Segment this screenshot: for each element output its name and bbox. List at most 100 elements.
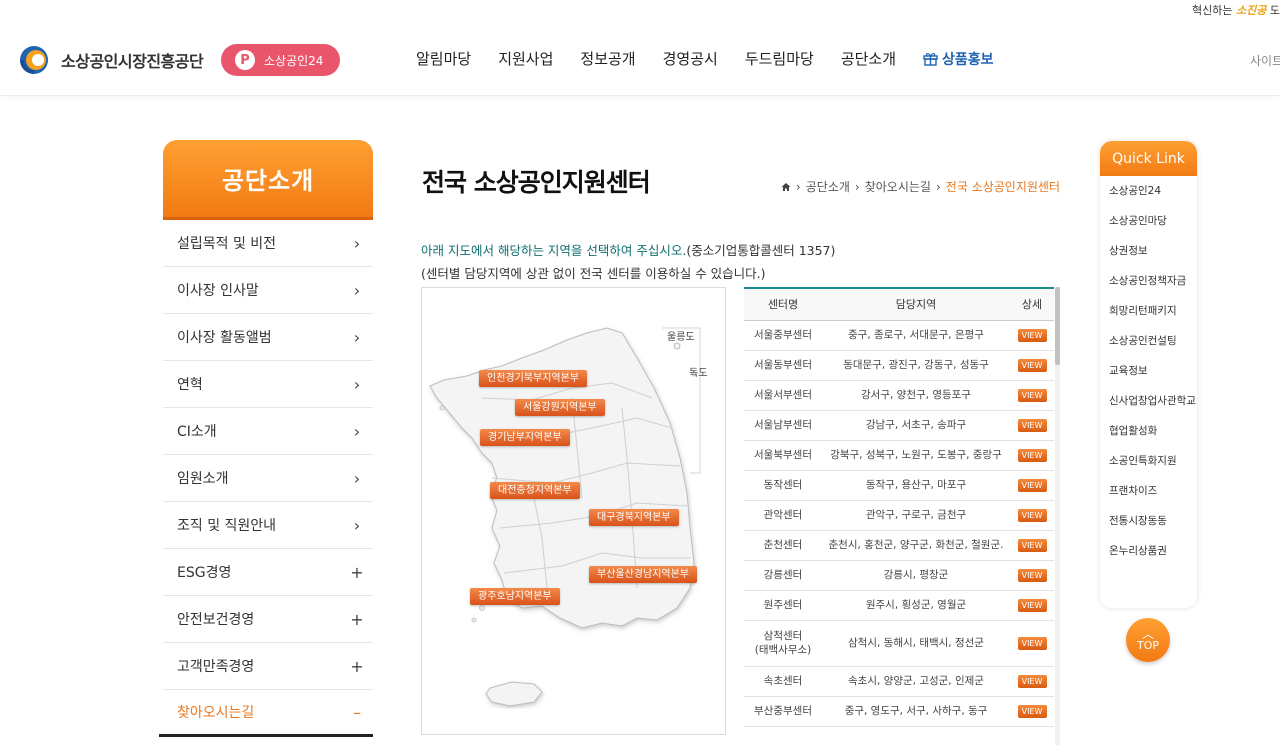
quick-link-item[interactable]: 소상공인정책자금 [1109,275,1197,288]
side-nav-title: 공단소개 [163,140,373,220]
quick-link-list: 소상공인24 소상공인마당 상권정보 소상공인정책자금 희망리턴패키지 소상공인… [1100,176,1197,558]
table-header-row: 센터명 담당지역 상세 [744,288,1054,321]
region-seoul-gangwon[interactable]: 서울강원지역본부 [515,399,605,416]
p-badge-icon: P [235,50,255,70]
side-nav-item-history[interactable]: 연혁 › [163,361,373,408]
view-button[interactable]: VIEW [1017,329,1047,342]
intro-note: (센터별 담당지역에 상관 없이 전국 센터를 이용하실 수 있습니다.) [421,266,766,281]
site-header: 혁신하는 소진공 도 소상공인시장진흥공단 P 소상공인24 알림마당 지원사업… [0,0,1280,96]
side-nav-item-cs[interactable]: 고객만족경영 + [163,643,373,690]
korea-map-shape [429,327,701,707]
table-row: 서울중부센터 중구, 종로구, 서대문구, 은평구 VIEW [744,320,1054,351]
view-button[interactable]: VIEW [1017,389,1047,402]
plus-icon: + [350,609,364,629]
quick-link-item[interactable]: 소상공인컨설팅 [1109,335,1197,348]
side-nav-item-directions[interactable]: 찾아오시는길 – [159,690,373,737]
region-daegu-gyeongbuk[interactable]: 대구경북지역본부 [589,509,679,526]
quick-link-item[interactable]: 신사업창업사관학교 [1109,395,1197,408]
side-nav-item-safety[interactable]: 안전보건경영 + [163,596,373,643]
table-row: 동작센터 동작구, 용산구, 마포구 VIEW [744,470,1054,501]
chevron-right-icon: › [353,515,361,535]
table-row: 삼척센터 (태백사무소) 삼척시, 동해시, 태백시, 정선군 VIEW [744,620,1054,667]
quick-link-item[interactable]: 온누리상품권 [1109,545,1197,558]
quick-link-item[interactable]: 전통시장동동 [1109,515,1197,528]
pill-label: 소상공인24 [264,53,324,68]
side-nav-item-vision[interactable]: 설립목적 및 비전 › [163,220,373,267]
intro-text: 아래 지도에서 해당하는 지역을 선택하여 주십시오.(중소기업통합콜센터 13… [421,243,836,258]
view-button[interactable]: VIEW [1017,705,1047,718]
nav-item-support[interactable]: 지원사업 [498,48,553,69]
nav-item-promo[interactable]: 상품홍보 [923,48,994,69]
table-row: 춘천센터 춘천시, 홍천군, 양구군, 화천군, 철원군. VIEW [744,530,1054,561]
side-nav-item-greeting[interactable]: 이사장 인사말 › [163,267,373,314]
view-button[interactable]: VIEW [1017,359,1047,372]
nav-item-disclosure[interactable]: 경영공시 [663,48,718,69]
chevron-right-icon: › [353,327,361,347]
region-incheon-gyeonggi-north[interactable]: 인천경기북부지역본부 [479,370,587,387]
quick-link-item[interactable]: 상권정보 [1109,245,1197,258]
island-label-ulleungdo: 울릉도 [667,332,695,343]
table-row: 관악센터 관악구, 구로구, 금천구 VIEW [744,500,1054,531]
view-button[interactable]: VIEW [1017,569,1047,582]
quick-link-item[interactable]: 소상공인마당 [1109,215,1197,228]
view-button[interactable]: VIEW [1017,539,1047,552]
region-gwangju-honam[interactable]: 광주호남지역본부 [470,588,560,605]
gift-icon [923,52,938,66]
chevron-right-icon: › [353,468,361,488]
chevron-right-icon: › [353,233,361,253]
view-button[interactable]: VIEW [1017,479,1047,492]
sosanggongin24-button[interactable]: P 소상공인24 [221,44,340,76]
col-header-detail: 상세 [1010,288,1054,321]
region-daejeon-chungcheong[interactable]: 대전충청지역본부 [490,482,580,499]
view-button[interactable]: VIEW [1017,675,1047,688]
site-logo[interactable]: 소상공인시장진흥공단 [17,44,204,76]
view-button[interactable]: VIEW [1017,637,1047,650]
home-icon[interactable] [781,182,791,192]
scroll-top-button[interactable]: ︿ TOP [1126,618,1170,662]
chevron-up-icon: ︿ [1141,626,1154,641]
view-button[interactable]: VIEW [1017,599,1047,612]
side-nav-item-ci[interactable]: CI소개 › [163,408,373,455]
view-button[interactable]: VIEW [1017,419,1047,432]
side-nav-item-esg[interactable]: ESG경영 + [163,549,373,596]
sitemap-link[interactable]: 사이트 [1250,52,1280,69]
side-nav-item-executives[interactable]: 임원소개 › [163,455,373,502]
quick-link-item[interactable]: 프랜차이즈 [1109,485,1197,498]
quick-link-item[interactable]: 교육정보 [1109,365,1197,378]
region-busan-ulsan-gyeongnam[interactable]: 부산울산경남지역본부 [589,566,697,583]
quick-link-item[interactable]: 소공인특화지원 [1109,455,1197,468]
side-nav-item-organization[interactable]: 조직 및 직원안내 › [163,502,373,549]
table-row: 서울남부센터 강남구, 서초구, 송파구 VIEW [744,410,1054,441]
minus-icon: – [353,702,361,722]
table-scrollbar-thumb[interactable] [1055,287,1060,365]
view-button[interactable]: VIEW [1017,509,1047,522]
breadcrumb: › 공단소개 › 찾아오시는길 › 전국 소상공인지원센터 [781,178,1060,195]
table-row: 원주센터 원주시, 횡성군, 영월군 VIEW [744,590,1054,621]
table-row: 서울서부센터 강서구, 양천구, 영등포구 VIEW [744,380,1054,411]
quick-link-item[interactable]: 협업활성화 [1109,425,1197,438]
breadcrumb-sep: › [795,179,801,194]
nav-item-info[interactable]: 정보공개 [580,48,635,69]
nav-item-notice[interactable]: 알림마당 [416,48,471,69]
side-nav: 공단소개 설립목적 및 비전 › 이사장 인사말 › 이사장 활동앨범 › 연혁 › C… [159,140,373,737]
region-gyeonggi-south[interactable]: 경기남부지역본부 [480,429,570,446]
nav-item-dodream[interactable]: 두드림마당 [745,48,814,69]
header-slogan: 혁신하는 소진공 도 [1192,4,1280,17]
org-name: 소상공인시장진흥공단 [61,52,204,71]
quick-link-item[interactable]: 희망리턴패키지 [1109,305,1197,318]
table-row: 서울동부센터 동대문구, 광진구, 강동구, 성동구 VIEW [744,350,1054,381]
quick-link-title: Quick Link [1100,141,1197,176]
breadcrumb-item[interactable]: 공단소개 [806,178,850,195]
view-button[interactable]: VIEW [1017,449,1047,462]
side-nav-item-album[interactable]: 이사장 활동앨범 › [163,314,373,361]
plus-icon: + [350,562,364,582]
center-table: 센터명 담당지역 상세 서울중부센터 중구, 종로구, 서대문구, 은평구 VIEW… [744,287,1054,727]
quick-link-item[interactable]: 소상공인24 [1109,185,1197,198]
page-title: 전국 소상공인지원센터 [422,168,651,197]
table-row: 강릉센터 강릉시, 평창군 VIEW [744,560,1054,591]
breadcrumb-current: 전국 소상공인지원센터 [945,180,1060,194]
col-header-center: 센터명 [744,288,822,321]
breadcrumb-item[interactable]: 찾아오시는길 [865,178,931,195]
nav-item-about[interactable]: 공단소개 [841,48,896,69]
chevron-right-icon: › [353,280,361,300]
